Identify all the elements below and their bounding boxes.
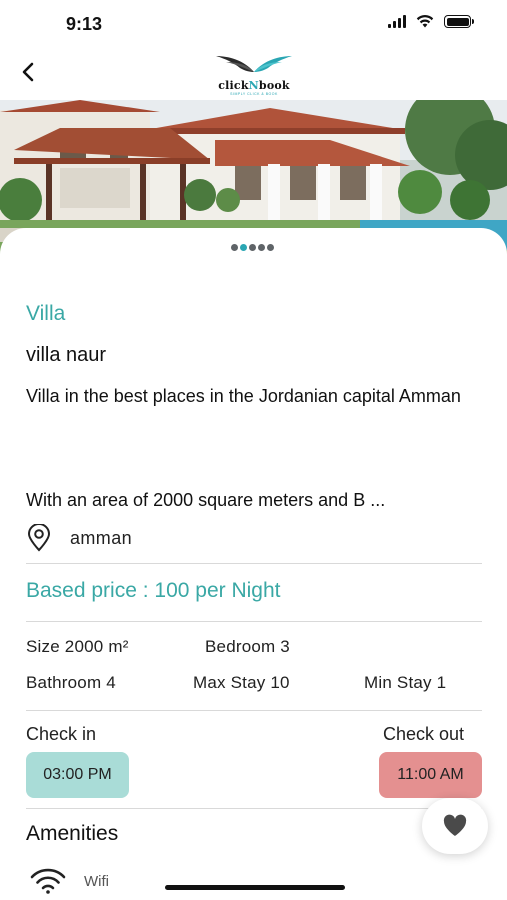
- pagination-dot[interactable]: [258, 244, 265, 251]
- spec-size: Size 2000 m²: [26, 637, 129, 656]
- favorite-button[interactable]: [422, 798, 488, 854]
- pagination-dot-active[interactable]: [240, 244, 247, 251]
- pagination-dot[interactable]: [231, 244, 238, 251]
- status-icons: [388, 15, 474, 28]
- amenity-label: Wifi: [84, 872, 109, 890]
- cellular-signal-icon: [388, 15, 406, 28]
- listing-description-more[interactable]: With an area of 2000 square meters and B…: [26, 490, 385, 511]
- logo-wordmark: clickNbook: [218, 79, 290, 92]
- back-button[interactable]: [14, 58, 42, 86]
- status-bar: 9:13: [0, 0, 507, 48]
- wifi-icon: [30, 868, 66, 894]
- pagination-dot[interactable]: [267, 244, 274, 251]
- amenity-item-wifi: Wifi: [30, 868, 109, 894]
- location-pin-icon: [27, 524, 51, 552]
- listing-details-card: Villa villa naur Villa in the best place…: [0, 228, 507, 900]
- amenities-title: Amenities: [26, 822, 119, 845]
- divider: [26, 808, 482, 809]
- checkin-time-chip: 03:00 PM: [26, 752, 129, 798]
- spec-max-stay: Max Stay 10: [193, 673, 290, 692]
- nav-bar: clickNbook SIMPLY CLICK & BOOK: [0, 48, 507, 100]
- divider: [26, 563, 482, 564]
- spec-bedroom: Bedroom 3: [205, 637, 290, 656]
- status-time: 9:13: [66, 14, 103, 34]
- home-indicator[interactable]: [165, 885, 345, 890]
- listing-description: Villa in the best places in the Jordania…: [26, 386, 461, 406]
- wings-logo-icon: [216, 56, 292, 72]
- listing-price: Based price : 100 per Night: [26, 579, 281, 602]
- listing-location: amman: [26, 524, 132, 552]
- listing-category: Villa: [26, 302, 66, 325]
- divider: [26, 710, 482, 711]
- gallery-pagination: [231, 244, 274, 251]
- divider: [26, 621, 482, 622]
- location-text: amman: [70, 527, 133, 548]
- checkout-time-chip: 11:00 AM: [379, 752, 482, 798]
- checkin-label: Check in: [26, 724, 97, 744]
- battery-icon: [444, 15, 474, 28]
- wifi-status-icon: [416, 15, 434, 28]
- heart-icon: [443, 814, 467, 836]
- pagination-dot[interactable]: [249, 244, 256, 251]
- logo-tagline: SIMPLY CLICK & BOOK: [230, 92, 278, 96]
- chevron-left-icon: [22, 62, 34, 82]
- spec-bathroom: Bathroom 4: [26, 673, 116, 692]
- checkout-label: Check out: [383, 724, 465, 744]
- listing-name: villa naur: [26, 344, 107, 366]
- spec-min-stay: Min Stay 1: [364, 673, 447, 692]
- clicknbook-logo: clickNbook SIMPLY CLICK & BOOK: [208, 52, 300, 98]
